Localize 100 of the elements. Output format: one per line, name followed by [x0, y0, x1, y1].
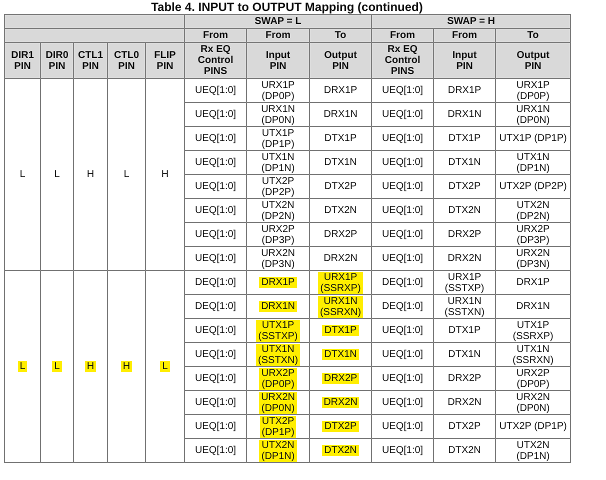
column-group-header: SWAP = H — [372, 14, 571, 28]
column-header: From — [434, 28, 496, 42]
table-cell: UEQ[1:0] — [184, 318, 247, 342]
highlight-mark: L — [18, 361, 28, 372]
highlight-mark: URX1N (SSRXN) — [318, 296, 364, 318]
table-cell: URX1N (DP0N) — [496, 102, 571, 126]
table-cell: URX2N (DP3N) — [496, 246, 571, 270]
column-header: Rx EQ Control PINS — [184, 42, 247, 78]
table-cell: DTX2P — [434, 174, 496, 198]
table-cell: UEQ[1:0] — [184, 198, 247, 222]
table-cell: UEQ[1:0] — [184, 222, 247, 246]
highlight-mark: DTX2P — [322, 421, 359, 432]
highlight-mark: URX1P (SSRXP) — [318, 272, 363, 294]
table-cell: UEQ[1:0] — [372, 246, 434, 270]
table-cell: UTX2N (DP2N) — [496, 198, 571, 222]
column-header: FLIP PIN — [146, 42, 185, 78]
table-cell: UEQ[1:0] — [372, 438, 434, 462]
table-cell: DRX1P — [496, 270, 571, 294]
highlight-mark: DTX1N — [323, 157, 358, 168]
table-cell: DRX1N — [434, 102, 496, 126]
table-cell: DTX1N — [434, 342, 496, 366]
highlight-mark: L — [53, 169, 61, 180]
highlight-mark: DRX1N — [259, 301, 297, 312]
highlight-mark: UTX1P (SSTXP) — [256, 320, 300, 342]
table-cell: UEQ[1:0] — [184, 342, 247, 366]
highlight-mark: L — [18, 169, 26, 180]
table-cell: DRX1P — [434, 78, 496, 102]
highlight-mark: H — [160, 169, 170, 180]
column-header: DIR1 PIN — [4, 42, 40, 78]
highlight-mark: DRX1P — [259, 277, 297, 288]
table-cell: UEQ[1:0] — [372, 174, 434, 198]
column-group-header: SWAP = L — [184, 14, 372, 28]
table-cell: URX2N (DP0N) — [496, 390, 571, 414]
table-cell: URX1P (SSTXP) — [434, 270, 496, 294]
highlight-mark: DRX2N — [322, 253, 358, 264]
highlight-mark: H — [120, 361, 132, 372]
column-header: To — [496, 28, 571, 42]
highlight-mark: DTX1P — [322, 325, 359, 336]
table-cell: UEQ[1:0] — [372, 102, 434, 126]
highlight-mark: DTX2P — [323, 181, 358, 192]
table-cell: UEQ[1:0] — [184, 390, 247, 414]
highlight-mark: UTX1N (SSTXN) — [256, 344, 300, 366]
highlight-mark: URX2P (DP3P) — [260, 224, 296, 246]
column-header: CTL1 PIN — [74, 42, 108, 78]
highlight-mark: UTX2N (DP2N) — [260, 200, 296, 222]
table-cell: DTX2N — [434, 438, 496, 462]
table-cell: DTX1P — [434, 126, 496, 150]
highlight-mark: H — [86, 169, 96, 180]
highlight-mark: L — [122, 169, 130, 180]
column-header: From — [372, 28, 434, 42]
table-cell: UEQ[1:0] — [372, 150, 434, 174]
table-cell: UTX2N (DP1N) — [496, 438, 571, 462]
highlight-mark: DTX1N — [322, 349, 359, 360]
highlight-mark: UTX2N (DP1N) — [259, 440, 297, 462]
column-header: Output PIN — [310, 42, 372, 78]
table-title: Table 4. INPUT to OUTPUT Mapping (continued) — [150, 1, 424, 14]
column-header: From — [184, 28, 247, 42]
highlight-mark: L — [52, 361, 62, 372]
highlight-mark: URX2N (DP3N) — [260, 248, 296, 270]
table-cell: UTX1P (SSRXP) — [496, 318, 571, 342]
highlight-mark: URX2N (DP0N) — [259, 392, 297, 414]
highlight-mark: DTX1P — [323, 133, 358, 144]
highlight-mark: UTX2P (DP1P) — [260, 416, 296, 438]
table-cell: UTX1P (DP1P) — [496, 126, 571, 150]
highlight-mark: UTX2P (DP2P) — [260, 176, 296, 198]
table-cell: DRX2N — [434, 246, 496, 270]
highlight-mark: DRX2N — [322, 397, 360, 408]
table-cell: UEQ[1:0] — [184, 438, 247, 462]
table-cell: URX2P (DP3P) — [496, 222, 571, 246]
highlight-mark: URX1P (DP0P) — [260, 80, 296, 102]
table-cell: DEQ[1:0] — [184, 294, 247, 318]
table-cell: UEQ[1:0] — [184, 126, 247, 150]
table-cell: DTX2N — [434, 198, 496, 222]
table-cell: DTX1N — [434, 150, 496, 174]
table-cell: UEQ[1:0] — [184, 174, 247, 198]
highlight-mark: UTX1P (DP1P) — [260, 128, 296, 150]
table-cell: DRX2N — [434, 390, 496, 414]
column-header: DIR0 PIN — [40, 42, 74, 78]
table-cell: UEQ[1:0] — [372, 222, 434, 246]
table-cell: UEQ[1:0] — [184, 366, 247, 390]
table-cell: URX2P (DP0P) — [496, 366, 571, 390]
highlight-mark: UTX1N (DP1N) — [260, 152, 296, 174]
highlight-mark: DRX2P — [322, 373, 360, 384]
highlight-mark: URX1N (DP0N) — [260, 104, 296, 126]
highlight-mark: DRX1P — [322, 85, 358, 96]
table-cell: UTX1N (SSRXN) — [496, 342, 571, 366]
table-cell: DRX2P — [434, 366, 496, 390]
table-cell: UTX2P (DP1P) — [496, 414, 571, 438]
table-cell: UEQ[1:0] — [184, 414, 247, 438]
table-cell: UEQ[1:0] — [372, 78, 434, 102]
highlight-mark: URX2P (DP0P) — [259, 368, 297, 390]
table-cell: UEQ[1:0] — [372, 414, 434, 438]
table-cell: URX1P (DP0P) — [496, 78, 571, 102]
table-cell: UEQ[1:0] — [184, 150, 247, 174]
table-cell: DRX2P — [434, 222, 496, 246]
table-cell: URX1N (SSTXN) — [434, 294, 496, 318]
table-cell: UEQ[1:0] — [372, 390, 434, 414]
column-header: Input PIN — [434, 42, 496, 78]
table-cell: UTX2P (DP2P) — [496, 174, 571, 198]
table-cell: UEQ[1:0] — [184, 102, 247, 126]
